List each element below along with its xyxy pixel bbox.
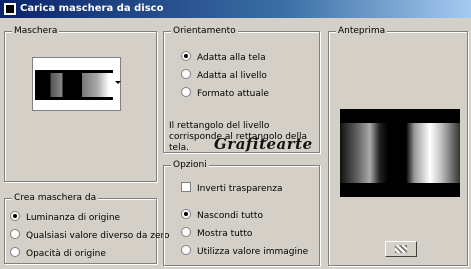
radio-label: Adatta alla tela	[197, 53, 266, 63]
radio-label: Opacità di origine	[26, 249, 106, 259]
radio-mostra-tutto[interactable]: Mostra tutto	[181, 227, 252, 239]
radio-button[interactable]	[181, 245, 191, 255]
window-title: Carica maschera da disco	[20, 3, 164, 14]
mask-picker[interactable]	[32, 57, 121, 111]
chevron-down-icon[interactable]	[115, 81, 121, 84]
radio-button[interactable]	[181, 69, 191, 79]
opzioni-group-title: Opzioni	[171, 159, 209, 171]
radio-label: Utilizza valore immagine	[197, 247, 309, 257]
radio-button[interactable]	[10, 229, 20, 239]
radio-label: Mostra tutto	[197, 229, 253, 239]
checkbox-label: Inverti trasparenza	[197, 184, 283, 194]
preview-image	[340, 109, 460, 197]
radio-button[interactable]	[181, 209, 191, 219]
transparency-preview-button[interactable]	[385, 241, 417, 257]
maschera-group: Maschera	[4, 25, 157, 182]
radio-formato-attuale[interactable]: Formato attuale	[181, 87, 269, 99]
radio-nascondi-tutto[interactable]: Nascondi tutto	[181, 209, 263, 221]
title-bar: Carica maschera da disco	[0, 0, 471, 18]
mask-band-top	[35, 70, 113, 73]
radio-label: Luminanza di origine	[26, 213, 121, 223]
maschera-group-title: Maschera	[12, 25, 60, 37]
dialog-app-icon	[3, 2, 17, 16]
radio-adatta-tela[interactable]: Adatta alla tela	[181, 51, 266, 63]
radio-opacita[interactable]: Opacità di origine	[10, 247, 106, 259]
radio-label: Formato attuale	[197, 89, 269, 99]
anteprima-group-title: Anteprima	[336, 25, 388, 37]
anteprima-group: Anteprima	[328, 25, 468, 266]
opzioni-group: Opzioni Inverti trasparenza Nascondi tut…	[163, 159, 320, 266]
radio-label: Qualsiasi valore diverso da zero	[26, 231, 170, 241]
radio-button[interactable]	[181, 87, 191, 97]
orientamento-group-title: Orientamento	[171, 25, 238, 37]
checkbox-inverti-trasparenza[interactable]: Inverti trasparenza	[181, 182, 282, 194]
radio-label: Nascondi tutto	[197, 211, 263, 221]
radio-luminanza[interactable]: Luminanza di origine	[10, 211, 120, 223]
checkerboard-icon	[395, 245, 407, 253]
checkbox[interactable]	[181, 182, 191, 192]
crea-maschera-group-title: Crea maschera da	[12, 192, 99, 204]
mask-thumbnail	[35, 70, 113, 100]
radio-button[interactable]	[181, 51, 191, 61]
radio-utilizza-valore[interactable]: Utilizza valore immagine	[181, 245, 308, 257]
watermark-text: Grafitearte	[214, 135, 313, 153]
radio-label: Adatta al livello	[197, 71, 267, 81]
mask-band-bottom	[35, 97, 113, 100]
radio-qualsiasi-valore[interactable]: Qualsiasi valore diverso da zero	[10, 229, 170, 241]
radio-button[interactable]	[10, 211, 20, 221]
radio-adatta-livello[interactable]: Adatta al livello	[181, 69, 267, 81]
radio-button[interactable]	[181, 227, 191, 237]
radio-button[interactable]	[10, 247, 20, 257]
crea-maschera-group: Crea maschera da Luminanza di origine Qu…	[4, 192, 170, 264]
